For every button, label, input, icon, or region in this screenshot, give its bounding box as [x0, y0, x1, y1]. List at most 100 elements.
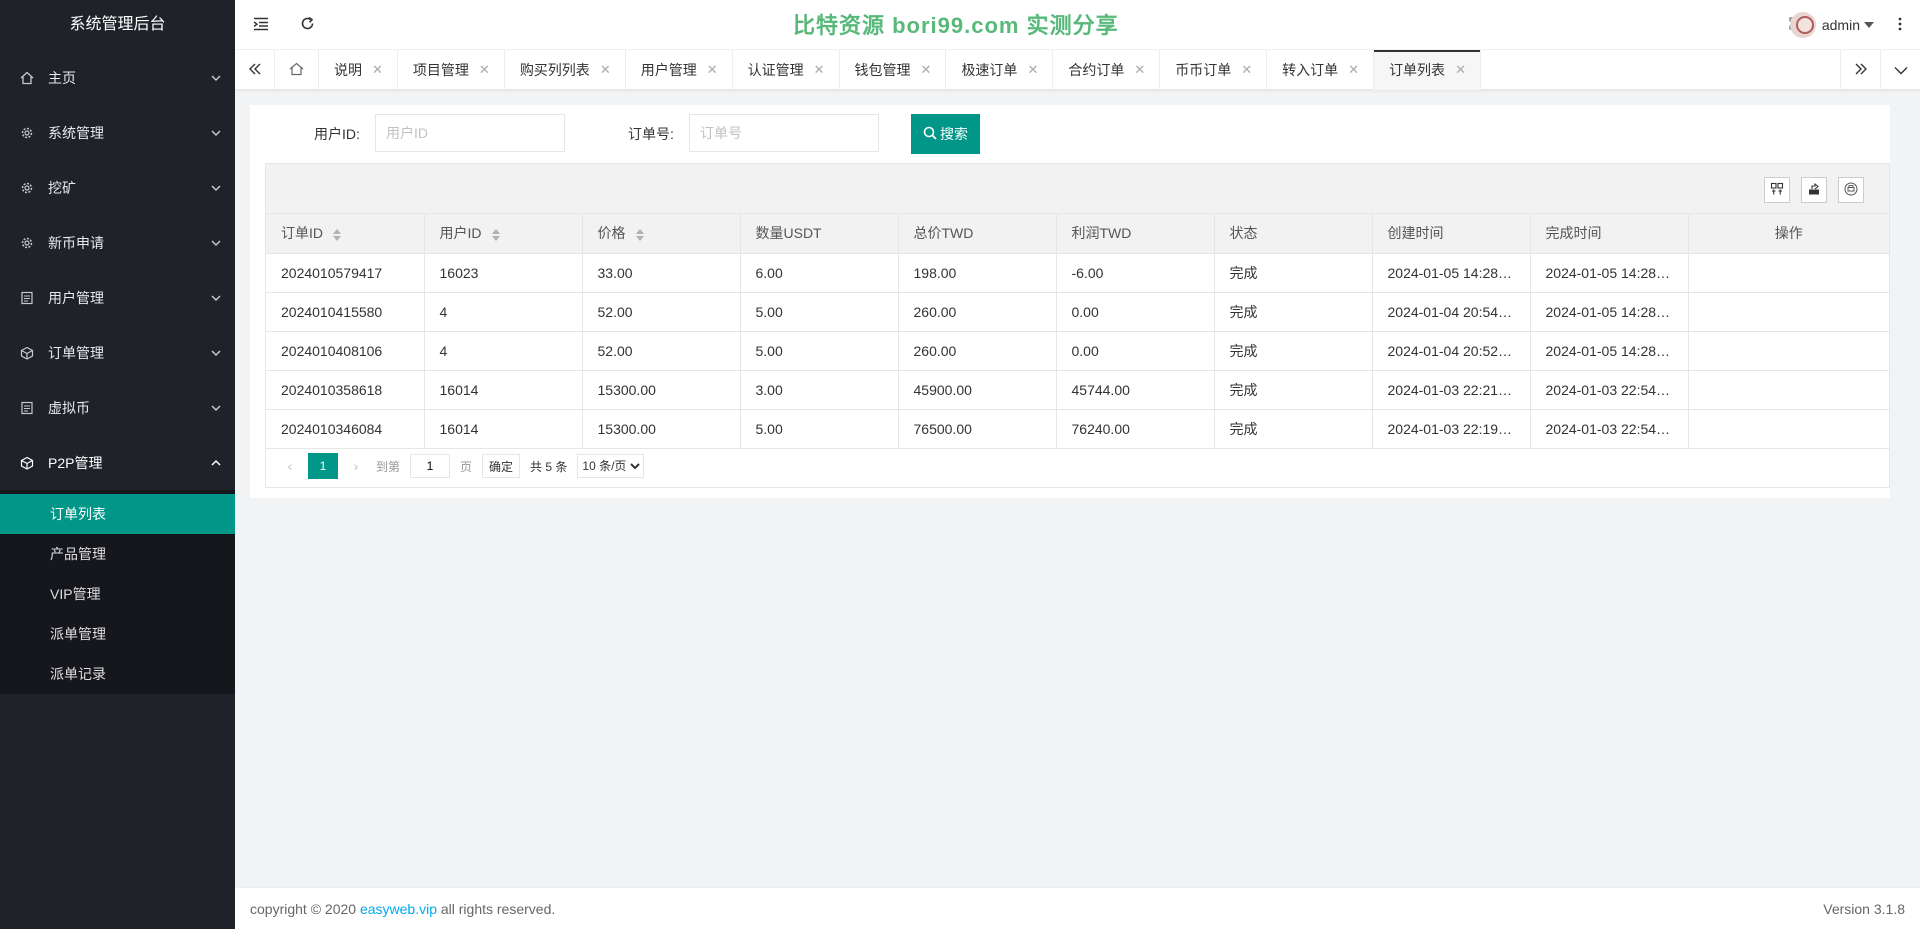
close-icon[interactable]: ✕ [1027, 62, 1038, 78]
column-header-price[interactable]: 价格 [582, 214, 741, 254]
home-icon [289, 62, 304, 79]
indent-icon [253, 17, 269, 34]
tab-users[interactable]: 用户管理 ✕ [626, 50, 733, 90]
close-icon[interactable]: ✕ [1241, 62, 1252, 78]
tab-verification[interactable]: 认证管理 ✕ [733, 50, 840, 90]
close-icon[interactable]: ✕ [479, 62, 490, 78]
table-row: 2024010579417 16023 33.00 6.00 198.00 -6… [266, 253, 1889, 293]
search-form: 用户ID: 订单号: 搜索 [250, 114, 1890, 154]
close-icon[interactable]: ✕ [814, 62, 825, 78]
tab-scroll-left-button[interactable] [235, 50, 275, 90]
sidebar-subitem-dispatch-records[interactable]: 派单记录 [0, 654, 235, 694]
close-icon[interactable]: ✕ [707, 62, 718, 78]
sidebar-item-p2p[interactable]: P2P管理 [0, 435, 235, 490]
tab-home[interactable] [275, 50, 319, 90]
cell-user-id: 16014 [424, 409, 583, 449]
close-icon[interactable]: ✕ [1455, 62, 1466, 78]
current-page-button[interactable]: 1 [308, 453, 338, 479]
tab-wallets[interactable]: 钱包管理 ✕ [840, 50, 947, 90]
double-chevron-right-icon [1854, 62, 1868, 78]
menu-collapse-button[interactable] [241, 0, 281, 50]
double-chevron-left-icon [248, 62, 262, 78]
tab-readme[interactable]: 说明 ✕ [319, 50, 398, 90]
sidebar-subitem-vip[interactable]: VIP管理 [0, 574, 235, 614]
goto-confirm-button[interactable]: 确定 [482, 454, 521, 478]
sidebar-item-label: 新币申请 [48, 234, 104, 251]
tab-projects[interactable]: 项目管理 ✕ [398, 50, 505, 90]
refresh-icon [300, 16, 315, 34]
tab-coin-orders[interactable]: 币币订单 ✕ [1160, 50, 1268, 90]
easyweb-link[interactable]: easyweb.vip [360, 901, 437, 917]
cell-price: 52.00 [582, 292, 741, 332]
goto-prefix: 到第 [376, 459, 401, 474]
cell-created: 2024-01-04 20:54:12 [1372, 292, 1531, 332]
close-icon[interactable]: ✕ [921, 62, 932, 78]
cell-quantity: 5.00 [740, 292, 899, 332]
sidebar-item-new-coin[interactable]: 新币申请 [0, 215, 235, 270]
print-button[interactable] [1838, 177, 1864, 203]
home-icon [20, 71, 34, 85]
goto-page-input[interactable] [410, 454, 451, 478]
cell-price: 15300.00 [582, 370, 741, 410]
close-icon[interactable]: ✕ [1134, 62, 1145, 78]
prev-page-button[interactable]: ‹ [276, 453, 304, 479]
sidebar-subitem-order-list[interactable]: 订单列表 [0, 494, 235, 534]
close-icon[interactable]: ✕ [1348, 62, 1359, 78]
order-no-label: 订单号: [628, 126, 674, 142]
tab-label: 合约订单 [1068, 62, 1125, 78]
column-header-total: 总价TWD [898, 214, 1057, 254]
cell-price: 15300.00 [582, 409, 741, 449]
order-list-panel: 用户ID: 订单号: 搜索 [250, 105, 1890, 498]
goto-suffix: 页 [460, 459, 473, 474]
tab-fast-orders[interactable]: 极速订单 ✕ [946, 50, 1054, 90]
column-header-user-id[interactable]: 用户ID [424, 214, 583, 254]
close-icon[interactable]: ✕ [372, 62, 383, 78]
sidebar-item-virtual-coin[interactable]: 虚拟币 [0, 380, 235, 435]
sidebar-item-system[interactable]: 系统管理 [0, 105, 235, 160]
tab-label: 说明 [334, 62, 362, 78]
sidebar-item-mining[interactable]: 挖矿 [0, 160, 235, 215]
cell-completed: 2024-01-05 14:28:56 [1530, 253, 1689, 293]
column-filter-button[interactable] [1764, 177, 1790, 203]
cell-user-id: 16014 [424, 370, 583, 410]
cell-actions [1688, 253, 1889, 293]
cell-quantity: 5.00 [740, 331, 899, 371]
cell-status: 完成 [1214, 409, 1373, 449]
sidebar-item-label: 用户管理 [48, 289, 104, 306]
search-button[interactable]: 搜索 [911, 114, 980, 154]
tab-options-button[interactable] [1880, 50, 1920, 90]
tab-scroll-right-button[interactable] [1840, 50, 1880, 90]
list-icon [20, 401, 34, 415]
page-size-select[interactable]: 10 条/页 [577, 454, 645, 478]
tab-order-list[interactable]: 订单列表 ✕ [1374, 50, 1481, 90]
tab-purchase-list[interactable]: 购买列列表 ✕ [505, 50, 626, 90]
columns-icon [1770, 182, 1784, 199]
sidebar-subitem-dispatch[interactable]: 派单管理 [0, 614, 235, 654]
sidebar-item-label: 系统管理 [48, 124, 104, 141]
close-icon[interactable]: ✕ [600, 62, 611, 78]
tab-contract-orders[interactable]: 合约订单 ✕ [1053, 50, 1161, 90]
sidebar-item-users[interactable]: 用户管理 [0, 270, 235, 325]
cell-status: 完成 [1214, 370, 1373, 410]
order-no-input[interactable] [689, 114, 879, 152]
cell-total: 260.00 [898, 292, 1057, 332]
refresh-button[interactable] [287, 0, 327, 50]
tab-label: 购买列列表 [519, 62, 590, 78]
sidebar-item-home[interactable]: 主页 [0, 50, 235, 105]
export-button[interactable] [1801, 177, 1827, 203]
sidebar-item-orders[interactable]: 订单管理 [0, 325, 235, 380]
footer: copyright © 2020 easyweb.vip all rights … [235, 887, 1920, 929]
more-menu-button[interactable] [1880, 0, 1920, 50]
cell-profit: -6.00 [1056, 253, 1215, 293]
tab-transfer-in-orders[interactable]: 转入订单 ✕ [1267, 50, 1375, 90]
sidebar-subitem-products[interactable]: 产品管理 [0, 534, 235, 574]
sort-icon[interactable] [491, 228, 500, 241]
page-skip: 到第 页 确定 [376, 454, 521, 478]
column-header-label: 用户ID [439, 225, 482, 242]
sort-icon[interactable] [635, 228, 644, 241]
next-page-button[interactable]: › [342, 453, 370, 479]
user-id-input[interactable] [375, 114, 565, 152]
user-menu[interactable]: admin [1789, 0, 1874, 50]
sort-icon[interactable] [333, 228, 341, 241]
column-header-order-id[interactable]: 订单ID [266, 214, 425, 254]
